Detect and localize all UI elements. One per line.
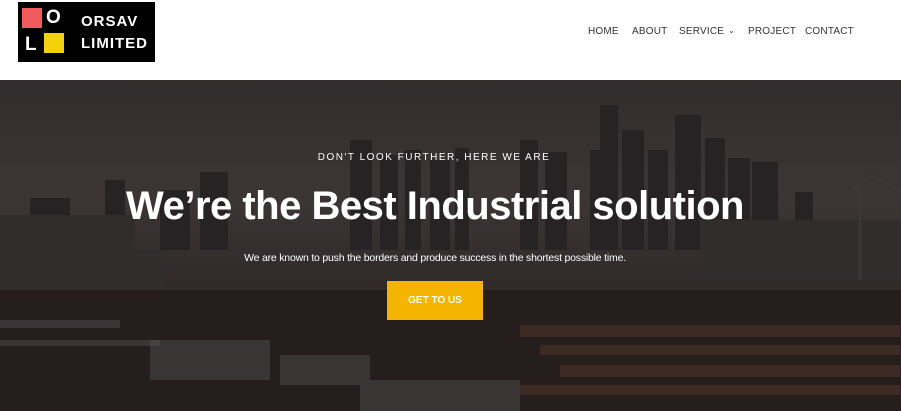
hero-dark-overlay	[0, 80, 901, 411]
hero-headline: We’re the Best Industrial solution	[126, 184, 744, 228]
logo-letter-o: O	[46, 7, 61, 28]
nav-item-service-label: SERVICE	[679, 26, 725, 37]
site-header: O L ORSAV LIMITED HOME ABOUT SERVICE ⌄ PR…	[0, 0, 901, 80]
chevron-down-icon: ⌄	[728, 26, 736, 35]
nav-item-project[interactable]: PROJECT	[748, 26, 796, 37]
get-to-us-button[interactable]: GET TO US	[387, 281, 483, 320]
brand-name-line1: ORSAV	[81, 13, 139, 30]
logo-red-square	[22, 8, 42, 28]
hero-eyebrow: DON'T LOOK FURTHER, HERE WE ARE	[317, 152, 551, 163]
logo-yellow-square	[44, 33, 64, 53]
logo-letter-l: L	[25, 34, 37, 55]
brand-name-line2: LIMITED	[81, 35, 148, 52]
nav-item-home[interactable]: HOME	[588, 26, 619, 37]
brand-logo[interactable]: O L ORSAV LIMITED	[18, 2, 155, 62]
nav-item-contact[interactable]: CONTACT	[805, 26, 854, 37]
hero-subtext: We are known to push the borders and pro…	[244, 252, 626, 264]
nav-item-about[interactable]: ABOUT	[632, 26, 667, 37]
hero-section: DON'T LOOK FURTHER, HERE WE ARE We’re th…	[0, 80, 901, 411]
nav-item-service[interactable]: SERVICE ⌄	[679, 26, 735, 37]
